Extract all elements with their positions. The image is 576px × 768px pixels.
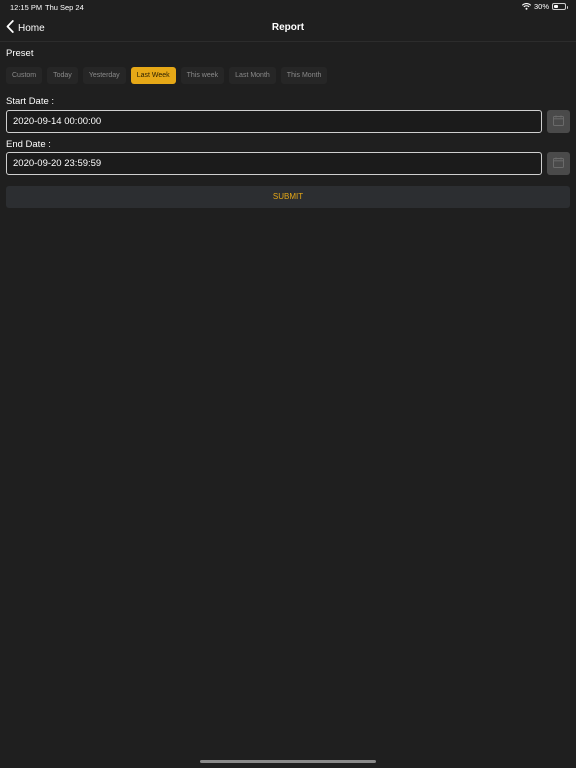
preset-custom-button[interactable]: Custom	[6, 67, 43, 84]
battery-level	[554, 5, 558, 8]
start-date-calendar-button[interactable]	[547, 110, 570, 133]
page-title: Report	[271, 22, 305, 33]
wifi-icon	[521, 3, 532, 10]
calendar-icon	[553, 155, 564, 173]
home-indicator[interactable]	[200, 760, 376, 763]
preset-yesterday-button[interactable]: Yesterday	[82, 67, 126, 84]
preset-this-week-button[interactable]: This week	[180, 67, 225, 84]
end-date-field[interactable]: 2020-09-20 23:59:59	[6, 152, 542, 175]
end-date-calendar-button[interactable]	[547, 152, 570, 175]
report-screen: 12:15 PM Thu Sep 24 30% Home Report Pres…	[0, 0, 576, 768]
start-date-field[interactable]: 2020-09-14 00:00:00	[6, 110, 542, 133]
calendar-icon	[553, 113, 564, 131]
preset-segment: Custom Today Yesterday Last Week This we…	[6, 67, 328, 84]
status-indicators: 30%	[521, 2, 568, 11]
battery-percent: 30%	[533, 2, 549, 11]
preset-last-month-button[interactable]: Last Month	[229, 67, 276, 84]
nav-bar: Home Report	[0, 14, 576, 42]
submit-button[interactable]: SUBMIT	[6, 186, 570, 208]
start-date-label: Start Date :	[6, 96, 55, 107]
start-date-row: 2020-09-14 00:00:00	[6, 110, 570, 133]
status-date: Thu Sep 24	[45, 3, 84, 12]
end-date-row: 2020-09-20 23:59:59	[6, 152, 570, 175]
end-date-label: End Date :	[6, 139, 51, 150]
preset-label: Preset	[6, 48, 34, 59]
preset-last-week-button[interactable]: Last Week	[130, 67, 176, 84]
preset-today-button[interactable]: Today	[47, 67, 78, 84]
status-time: 12:15 PM	[10, 3, 43, 12]
battery-icon	[552, 3, 568, 10]
status-bar: 12:15 PM Thu Sep 24 30%	[0, 0, 576, 14]
preset-this-month-button[interactable]: This Month	[280, 67, 328, 84]
